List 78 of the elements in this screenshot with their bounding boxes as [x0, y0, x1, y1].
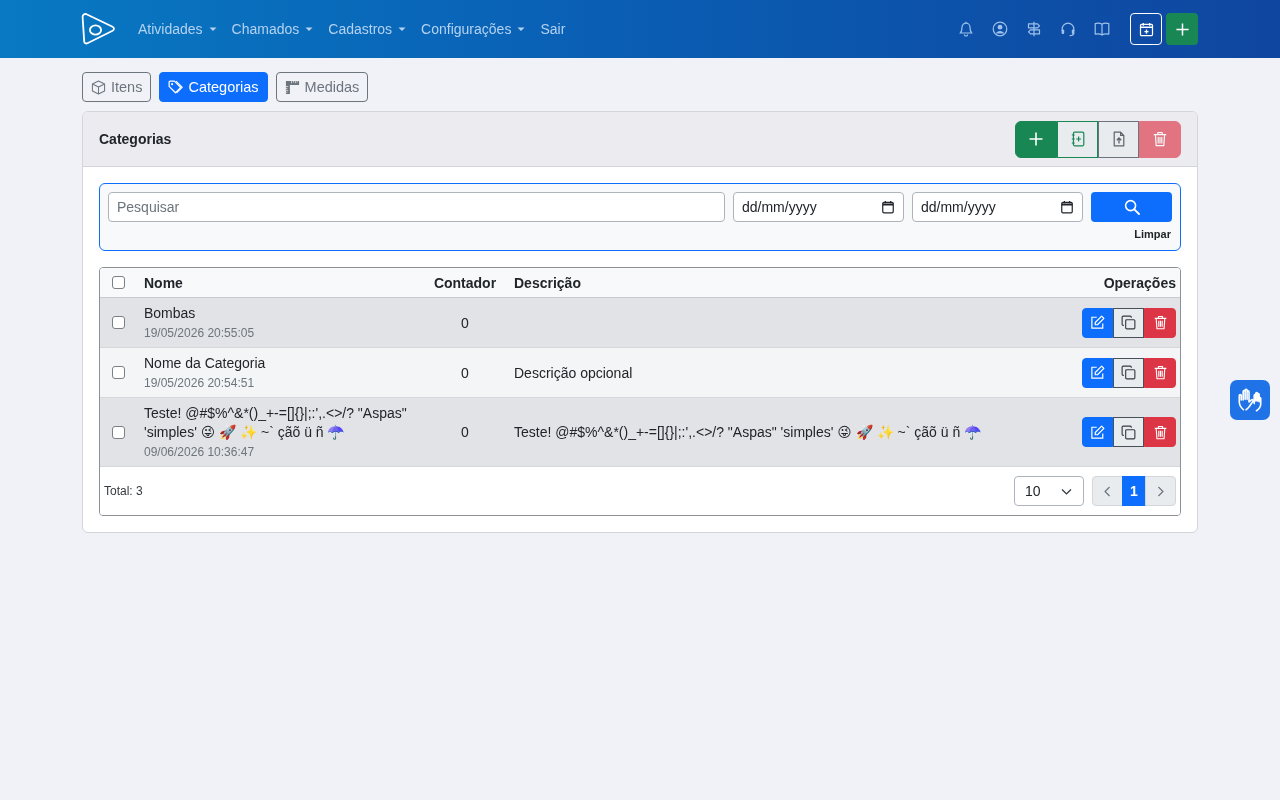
delete-button[interactable] [1144, 307, 1176, 338]
copy-button[interactable] [1113, 307, 1144, 338]
plus-icon [1174, 21, 1190, 37]
delete-button[interactable] [1144, 417, 1176, 447]
add-button[interactable] [1166, 13, 1198, 45]
nav-menu-item[interactable]: Cadastros [328, 21, 407, 37]
calendar-icon [881, 200, 895, 214]
copy-button[interactable] [1113, 417, 1144, 447]
edit-button[interactable] [1082, 417, 1113, 447]
headset-icon[interactable] [1060, 21, 1076, 37]
signpost-icon[interactable] [1026, 21, 1042, 37]
nav-menu-item[interactable]: Atividades [138, 21, 217, 37]
search-icon [1123, 199, 1140, 215]
checkbox[interactable] [111, 425, 125, 439]
calendar-icon [1060, 200, 1074, 214]
nav-menu-item[interactable]: Chamados [231, 21, 314, 37]
search-button[interactable] [1091, 192, 1172, 222]
hands-icon [1237, 387, 1263, 413]
card-title: Categorias [99, 131, 172, 147]
checkbox[interactable] [111, 316, 125, 329]
copy-icon [1121, 365, 1136, 380]
timestamp: 19/05/2026 20:55:05 [144, 325, 256, 341]
category-name: Nome da Categoria [144, 354, 267, 373]
column-header: Nome [143, 274, 184, 291]
pencil-square-icon [1090, 365, 1105, 380]
checkbox[interactable] [111, 276, 125, 289]
pencil-square-icon [1090, 424, 1105, 440]
export-button[interactable] [1098, 120, 1139, 158]
trash-icon [1152, 131, 1168, 147]
clear-link[interactable]: Limpar [1134, 228, 1171, 240]
cube-icon [91, 79, 106, 95]
book-icon[interactable] [1094, 21, 1110, 37]
logo-icon[interactable] [80, 12, 116, 46]
page-size-select[interactable]: 10 [1014, 476, 1084, 506]
category-name: Bombas [144, 304, 197, 323]
trash-icon [1152, 365, 1168, 380]
page-button[interactable]: 1 [1122, 476, 1146, 506]
column-header: Contador [432, 274, 498, 291]
nav-menu-item[interactable]: Sair [540, 21, 566, 37]
timestamp: 09/06/2026 10:36:47 [144, 444, 256, 460]
table-cell-text: Teste! @#$%^&*()_+-=[]{}|;:',.<>/? "Aspas" 'simples' 😜 🚀 ✨ ~` çãõ ü ñ ☂ [513, 424, 983, 440]
notebook-plus-icon [1069, 131, 1086, 147]
tag-icon [168, 79, 184, 95]
date-field[interactable]: dd/mm/yyyy [733, 192, 904, 222]
category-name: Teste! @#$%^&*()_+-=[]{}|;:',.<>/? "Aspas" 'simples' 😜 🚀 ✨ ~` çãõ ü ñ ☂ [144, 404, 408, 442]
column-header: Descrição [513, 274, 582, 291]
edit-button[interactable] [1082, 307, 1113, 338]
edit-button[interactable] [1082, 357, 1113, 388]
search-field[interactable]: Pesquisar [108, 192, 725, 222]
calendar-add-button[interactable] [1130, 13, 1162, 45]
trash-icon [1152, 315, 1168, 330]
add-button[interactable] [1015, 120, 1057, 158]
date-field[interactable]: dd/mm/yyyy [912, 192, 1083, 222]
table-cell-text: 0 [460, 424, 470, 440]
pencil-square-icon [1090, 315, 1105, 330]
ruler-icon [284, 79, 300, 95]
delete-button[interactable] [1144, 357, 1176, 388]
accessibility-button[interactable] [1230, 380, 1270, 420]
tab[interactable]: Medidas [275, 72, 369, 102]
table-cell-text: Descrição opcional [513, 364, 634, 381]
nav-menu-item[interactable]: Configurações [421, 21, 526, 37]
copy-button[interactable] [1113, 357, 1144, 388]
table-cell-text: 0 [460, 364, 470, 381]
tab[interactable]: Categorias [159, 72, 268, 102]
import-button[interactable] [1057, 120, 1098, 158]
column-header: Operações [1103, 274, 1177, 291]
user-icon[interactable] [992, 21, 1008, 37]
table-cell-text: 0 [460, 314, 470, 331]
copy-icon [1121, 315, 1136, 330]
tab[interactable]: Itens [82, 72, 152, 102]
calendar-plus-icon [1138, 21, 1154, 37]
timestamp: 19/05/2026 20:54:51 [144, 375, 256, 391]
checkbox[interactable] [111, 366, 125, 379]
plus-icon [1028, 131, 1044, 147]
trash-icon [1152, 424, 1168, 440]
copy-icon [1121, 424, 1136, 440]
bell-icon[interactable] [958, 21, 974, 37]
total-count: Total: 3 [104, 484, 143, 498]
